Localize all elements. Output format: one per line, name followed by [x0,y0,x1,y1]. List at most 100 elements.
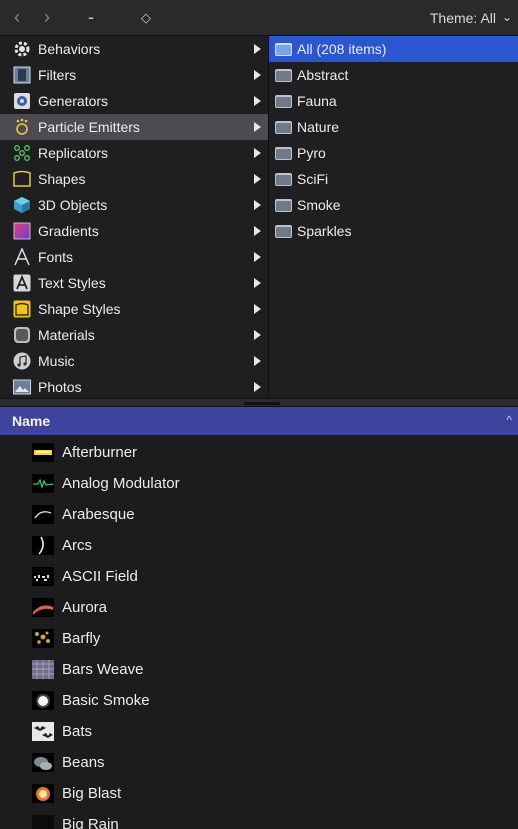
folder-icon [275,199,292,212]
folder-icon [275,43,292,56]
pane-splitter[interactable] [0,398,518,407]
category-item-photos[interactable]: Photos [0,374,268,400]
disclosure-arrow-icon [254,304,261,314]
shape-icon [13,170,31,188]
theme-label: Abstract [297,67,349,83]
list-item[interactable]: Afterburner [0,437,518,468]
theme-popup[interactable]: Theme: All [430,10,496,26]
category-item-particle-emitters[interactable]: Particle Emitters [0,114,268,140]
folder-icon [275,173,292,186]
item-label: Basic Smoke [62,692,150,709]
list-item[interactable]: Beans [0,747,518,778]
item-list: Afterburner Analog Modulator Arabesque A… [0,435,518,829]
bars-weave-thumbnail [32,660,54,679]
disclosure-arrow-icon [254,356,261,366]
filmstrip-icon [13,66,31,84]
back-button[interactable]: ‹ [14,7,20,27]
splitter-grip-handle[interactable] [244,402,280,405]
category-item-gradients[interactable]: Gradients [0,218,268,244]
list-header: Name ^ [0,407,518,435]
chevron-down-icon[interactable]: ⌄ [502,10,512,24]
disclosure-arrow-icon [254,330,261,340]
theme-item-smoke[interactable]: Smoke [269,192,518,218]
path-popup-button[interactable]: - [88,7,94,27]
disclosure-arrow-icon [254,278,261,288]
item-label: Big Rain [62,816,119,829]
list-item[interactable]: Big Rain [0,809,518,829]
forward-button[interactable]: › [44,7,50,27]
path-updown-icon[interactable]: ◇ [141,8,151,28]
list-item[interactable]: Big Blast [0,778,518,809]
category-item-fonts[interactable]: Fonts [0,244,268,270]
theme-item-pyro[interactable]: Pyro [269,140,518,166]
library-browser: Behaviors Filters Generators Particle Em… [0,36,518,398]
generator-icon [13,92,31,110]
material-icon [13,326,31,344]
theme-item-abstract[interactable]: Abstract [269,62,518,88]
font-icon [13,247,31,266]
name-column-header[interactable]: Name [12,413,50,429]
category-item-shape-styles[interactable]: Shape Styles [0,296,268,322]
cube-icon [13,196,31,214]
item-label: Analog Modulator [62,475,180,492]
theme-label: Fauna [297,93,337,109]
theme-item-scifi[interactable]: SciFi [269,166,518,192]
list-item[interactable]: Analog Modulator [0,468,518,499]
category-item-3d-objects[interactable]: 3D Objects [0,192,268,218]
category-label: Shape Styles [38,301,121,317]
list-item[interactable]: Aurora [0,592,518,623]
gradient-icon [13,222,31,240]
item-label: Afterburner [62,444,138,461]
list-item[interactable]: Barfly [0,623,518,654]
category-item-generators[interactable]: Generators [0,88,268,114]
category-item-behaviors[interactable]: Behaviors [0,36,268,62]
disclosure-arrow-icon [254,148,261,158]
beans-thumbnail [32,753,54,772]
disclosure-arrow-icon [254,96,261,106]
category-label: Shapes [38,171,86,187]
list-item[interactable]: Basic Smoke [0,685,518,716]
category-item-replicators[interactable]: Replicators [0,140,268,166]
list-item[interactable]: Bars Weave [0,654,518,685]
big-rain-thumbnail [32,815,54,829]
item-label: Aurora [62,599,108,616]
list-item[interactable]: Bats [0,716,518,747]
browser-toolbar: ‹ › - ◇ Theme: All ⌄ [0,0,518,36]
category-column: Behaviors Filters Generators Particle Em… [0,36,268,398]
theme-label: Sparkles [297,223,352,239]
category-label: Generators [38,93,109,109]
afterburner-thumbnail [32,443,54,462]
sort-ascending-icon[interactable]: ^ [506,413,512,427]
theme-item-nature[interactable]: Nature [269,114,518,140]
list-item[interactable]: Arabesque [0,499,518,530]
barfly-thumbnail [32,629,54,648]
theme-item-sparkles[interactable]: Sparkles [269,218,518,244]
category-item-music[interactable]: Music [0,348,268,374]
category-label: Fonts [38,249,74,265]
category-item-materials[interactable]: Materials [0,322,268,348]
theme-label: All (208 items) [297,41,387,57]
item-label: Arcs [62,537,92,554]
aurora-thumbnail [32,598,54,617]
item-label: Bars Weave [62,661,144,678]
disclosure-arrow-icon [254,382,261,392]
category-label: Replicators [38,145,109,161]
disclosure-arrow-icon [254,174,261,184]
bats-thumbnail [32,722,54,741]
disclosure-arrow-icon [254,226,261,236]
list-item[interactable]: Arcs [0,530,518,561]
category-item-text-styles[interactable]: Text Styles [0,270,268,296]
item-label: Beans [62,754,105,771]
category-label: Filters [38,67,77,83]
category-item-shapes[interactable]: Shapes [0,166,268,192]
theme-item-all[interactable]: All (208 items) [269,36,518,62]
item-label: Arabesque [62,506,135,523]
replicator-icon [13,144,31,162]
category-item-filters[interactable]: Filters [0,62,268,88]
theme-item-fauna[interactable]: Fauna [269,88,518,114]
particle-emitter-icon [13,118,31,136]
category-label: Text Styles [38,275,106,291]
text-style-icon [13,274,31,292]
category-label: Gradients [38,223,99,239]
list-item[interactable]: ASCII Field [0,561,518,592]
